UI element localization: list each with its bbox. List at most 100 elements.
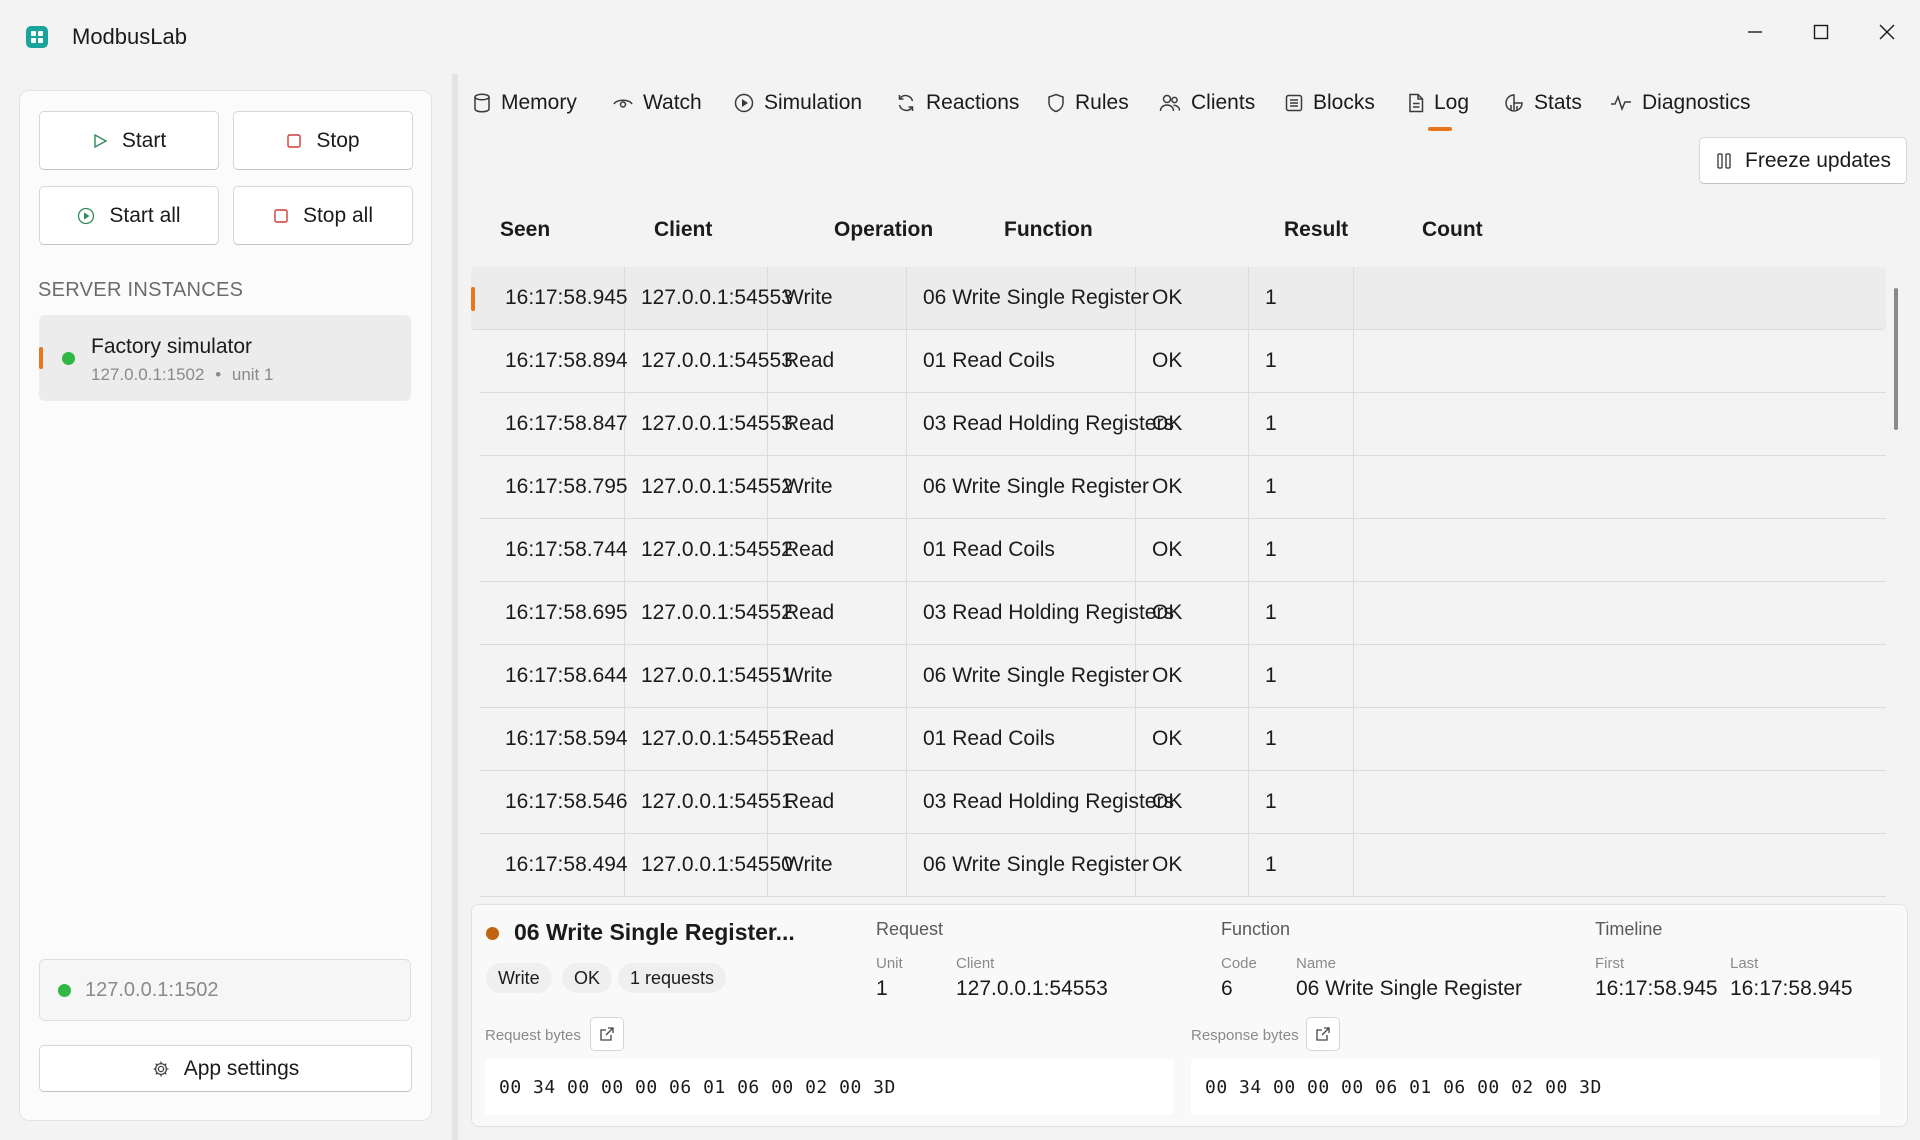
maximize-button[interactable] bbox=[1798, 10, 1844, 54]
cell-count: 1 bbox=[1249, 582, 1354, 644]
table-row[interactable]: 16:17:58.945 127.0.0.1:54553 Write 06 Write… bbox=[471, 267, 1886, 330]
column-header-function[interactable]: Function bbox=[1004, 218, 1093, 242]
tab-rules[interactable]: Rules bbox=[1047, 82, 1129, 124]
function-group-label: Function bbox=[1221, 919, 1291, 939]
app-title: ModbusLab bbox=[72, 24, 187, 49]
cell-seen: 16:17:58.695 bbox=[489, 582, 628, 644]
cell-operation: Read bbox=[768, 330, 907, 392]
tab-blocks[interactable]: Blocks bbox=[1285, 82, 1375, 124]
column-header-result[interactable]: Result bbox=[1284, 218, 1348, 242]
cell-result: OK bbox=[1136, 582, 1249, 644]
cell-count: 1 bbox=[1249, 834, 1354, 896]
instance-name: Factory simulator bbox=[91, 335, 253, 358]
tab-label: Diagnostics bbox=[1642, 91, 1751, 114]
stop-all-button[interactable]: Stop all bbox=[233, 186, 413, 245]
tab-label: Blocks bbox=[1313, 91, 1375, 114]
cell-client: 127.0.0.1:54553 bbox=[625, 330, 793, 392]
table-row[interactable]: 16:17:58.795 127.0.0.1:54552 Write 06 Write… bbox=[480, 456, 1886, 519]
column-header-seen[interactable]: Seen bbox=[500, 218, 550, 242]
instance-address-line: 127.0.0.1:1502 • unit 1 bbox=[91, 365, 273, 385]
table-row[interactable]: 16:17:58.644 127.0.0.1:54551 Write 06 Write… bbox=[480, 645, 1886, 708]
response-bytes-label: Response bytes bbox=[1191, 1027, 1299, 1044]
tab-memory[interactable]: Memory bbox=[473, 82, 577, 124]
start-button[interactable]: Start bbox=[39, 111, 219, 170]
cell-count: 1 bbox=[1249, 519, 1354, 581]
freeze-updates-button[interactable]: Freeze updates bbox=[1699, 137, 1907, 184]
cell-operation: Read bbox=[768, 708, 907, 770]
table-row[interactable]: 16:17:58.594 127.0.0.1:54551 Read 01 Read C… bbox=[480, 708, 1886, 771]
table-row[interactable]: 16:17:58.744 127.0.0.1:54552 Read 01 Read C… bbox=[480, 519, 1886, 582]
tab-watch[interactable]: Watch bbox=[613, 82, 702, 124]
table-scrollbar[interactable] bbox=[1894, 288, 1898, 430]
cell-client: 127.0.0.1:54550 bbox=[625, 834, 793, 896]
cell-client: 127.0.0.1:54551 bbox=[625, 771, 793, 833]
server-instance-item[interactable]: Factory simulator 127.0.0.1:1502 • unit … bbox=[39, 315, 411, 401]
tab-log[interactable]: Log bbox=[1408, 82, 1469, 124]
code-value: 6 bbox=[1221, 977, 1233, 1000]
open-response-bytes-button[interactable] bbox=[1306, 1017, 1340, 1051]
timeline-group-label: Timeline bbox=[1595, 919, 1663, 939]
external-link-icon bbox=[600, 1027, 614, 1041]
tab-diagnostics[interactable]: Diagnostics bbox=[1610, 82, 1751, 124]
cell-seen: 16:17:58.494 bbox=[489, 834, 628, 896]
cell-operation: Write bbox=[768, 456, 907, 518]
cell-result: OK bbox=[1136, 771, 1249, 833]
cell-count: 1 bbox=[1249, 771, 1354, 833]
entry-title: 06 Write Single Register... bbox=[514, 919, 795, 945]
client-value: 127.0.0.1:54553 bbox=[956, 977, 1108, 1000]
active-tab-indicator bbox=[1428, 127, 1452, 131]
column-header-client[interactable]: Client bbox=[654, 218, 712, 242]
result-chip: OK bbox=[562, 963, 613, 993]
cell-client: 127.0.0.1:54553 bbox=[625, 393, 793, 455]
cell-result: OK bbox=[1136, 708, 1249, 770]
minimize-button[interactable] bbox=[1732, 10, 1778, 54]
cell-result: OK bbox=[1136, 834, 1249, 896]
cell-count: 1 bbox=[1249, 393, 1354, 455]
unit-value: 1 bbox=[876, 977, 888, 1000]
play-icon bbox=[94, 133, 108, 148]
table-row[interactable]: 16:17:58.894 127.0.0.1:54553 Read 01 Read C… bbox=[480, 330, 1886, 393]
table-row[interactable]: 16:17:58.695 127.0.0.1:54552 Read 03 Read H… bbox=[480, 582, 1886, 645]
eye-icon bbox=[613, 99, 633, 108]
selected-row-indicator bbox=[471, 287, 475, 311]
stop-button[interactable]: Stop bbox=[233, 111, 413, 170]
endpoint-status-dot bbox=[58, 984, 71, 997]
request-bytes-box[interactable]: 00 34 00 00 00 06 01 06 00 02 00 3D bbox=[485, 1059, 1174, 1115]
stop-icon bbox=[274, 208, 288, 223]
function-name-value: 06 Write Single Register bbox=[1296, 977, 1523, 1000]
tab-label: Log bbox=[1434, 91, 1470, 114]
close-button[interactable] bbox=[1864, 10, 1910, 54]
code-label: Code bbox=[1221, 955, 1257, 972]
external-link-icon bbox=[1316, 1027, 1330, 1041]
column-header-count[interactable]: Count bbox=[1422, 218, 1483, 242]
table-row[interactable]: 16:17:58.546 127.0.0.1:54551 Read 03 Read H… bbox=[480, 771, 1886, 834]
response-bytes-box[interactable]: 00 34 00 00 00 06 01 06 00 02 00 3D bbox=[1191, 1059, 1880, 1115]
cell-operation: Write bbox=[768, 834, 907, 896]
tab-clients[interactable]: Clients bbox=[1159, 82, 1255, 124]
table-row[interactable]: 16:17:58.847 127.0.0.1:54553 Read 03 Read H… bbox=[480, 393, 1886, 456]
tab-label: Reactions bbox=[926, 91, 1020, 114]
start-all-button[interactable]: Start all bbox=[39, 186, 219, 245]
pause-icon bbox=[1717, 152, 1731, 169]
title-bar: ModbusLab bbox=[0, 0, 1920, 74]
request-group-label: Request bbox=[876, 919, 944, 939]
tab-reactions[interactable]: Reactions bbox=[896, 82, 1019, 124]
tab-simulation[interactable]: Simulation bbox=[734, 82, 862, 124]
app-settings-button[interactable]: App settings bbox=[39, 1045, 412, 1092]
open-request-bytes-button[interactable] bbox=[590, 1017, 624, 1051]
operation-chip: Write bbox=[486, 963, 552, 993]
cell-function: 06 Write Single Register bbox=[907, 645, 1149, 707]
column-header-operation[interactable]: Operation bbox=[834, 218, 933, 242]
cell-operation: Write bbox=[768, 645, 907, 707]
cell-function: 01 Read Coils bbox=[907, 708, 1136, 770]
endpoint-address: 127.0.0.1:1502 bbox=[85, 979, 219, 1001]
table-row[interactable]: 16:17:58.494 127.0.0.1:54550 Write 06 Write… bbox=[480, 834, 1886, 897]
instance-address: 127.0.0.1:1502 bbox=[91, 365, 205, 384]
cell-result: OK bbox=[1136, 393, 1249, 455]
gear-icon bbox=[153, 1061, 169, 1076]
shield-icon bbox=[1048, 93, 1064, 113]
sidebar: Start Stop Start all Stop all SERVER INS… bbox=[19, 90, 432, 1121]
pane-splitter[interactable] bbox=[452, 74, 458, 1140]
client-label: Client bbox=[956, 955, 995, 972]
tab-stats[interactable]: Stats bbox=[1504, 82, 1582, 124]
